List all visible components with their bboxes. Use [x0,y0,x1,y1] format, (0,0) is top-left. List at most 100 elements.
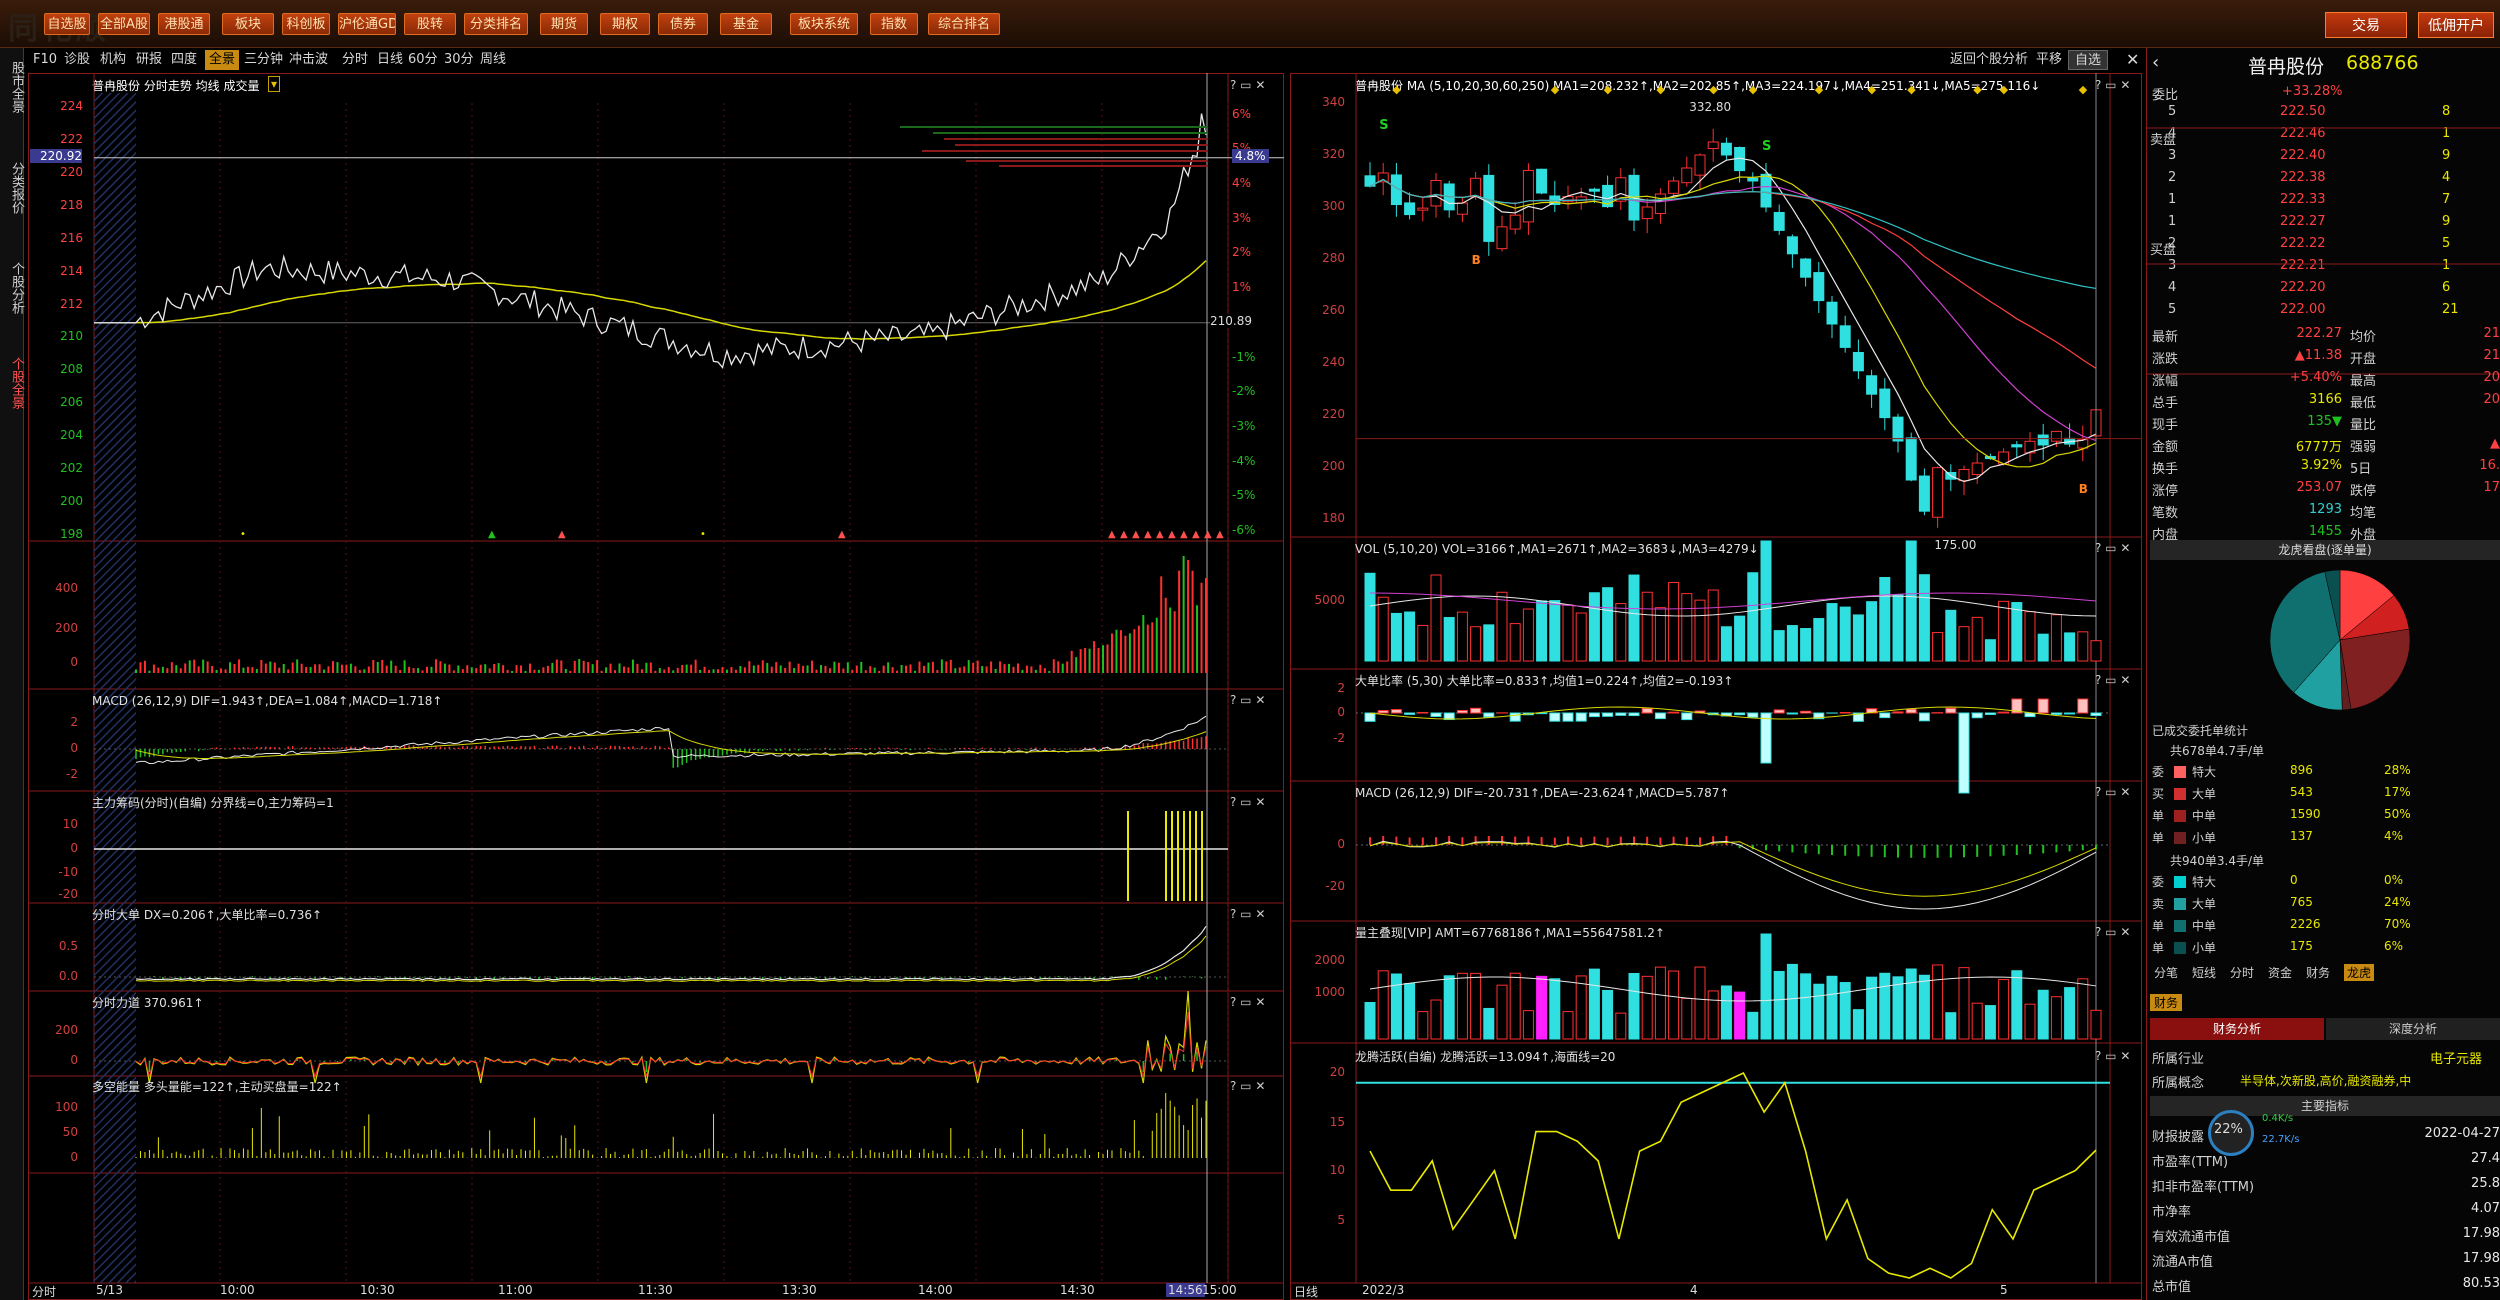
toolbar-item-3[interactable]: 研报 [136,50,162,70]
sell-price[interactable]: 222.50 [2280,104,2326,119]
panel-controls[interactable]: ? ▭ ✕ [2095,673,2130,687]
quote-tab-0[interactable]: 分笔 [2154,964,2178,981]
toolbar-item-6[interactable]: 三分钟 [244,50,283,70]
quote-tab-1[interactable]: 短线 [2192,964,2216,981]
menu-item-13[interactable]: 指数 [870,13,918,35]
menu-item-0[interactable]: 自选股 [44,13,90,35]
back-to-analysis-button[interactable]: 返回个股分析 [1950,50,2028,70]
stat-value: 20 [2483,370,2500,385]
menu-item-4[interactable]: 科创板 [282,13,330,35]
kline-subpanel-tick: 2 [1337,681,1345,695]
kline-period-selector[interactable]: 日线 [1294,1283,1318,1300]
sell-price[interactable]: 222.33 [2280,192,2326,207]
toolbar-item-4[interactable]: 四度 [171,50,197,70]
kline-subpanel-tick: 2000 [1314,953,1345,967]
order-size-label: 特大 [2192,765,2217,779]
sidenav-stock-overview[interactable]: 个股全景 [0,338,24,428]
back-arrow-icon[interactable]: ‹ [2152,52,2159,73]
menu-item-11[interactable]: 基金 [720,13,772,35]
volume-tick: 0 [70,655,78,669]
trade-button[interactable]: 交易 [2325,12,2407,38]
toolbar-item-1[interactable]: 诊股 [64,50,90,70]
kline-date-label: 5 [2000,1283,2008,1297]
sell-price[interactable]: 222.40 [2280,148,2326,163]
time-axis-label: 11:00 [498,1283,533,1297]
kline-subpanel-tick: -20 [1325,879,1345,893]
sidenav-stock-analysis[interactable]: 个股分析 [0,248,24,328]
quote-tab-5[interactable]: 龙虎 [2344,964,2375,981]
time-axis-label: 15:00 [1202,1283,1237,1297]
panel-controls[interactable]: ? ▭ ✕ [1230,1079,1265,1093]
quote-tab-2[interactable]: 分时 [2230,964,2254,981]
menu-item-1[interactable]: 全部A股 [98,13,150,35]
toolbar-item-12[interactable]: 周线 [480,50,506,70]
deep-analysis-tab[interactable]: 深度分析 [2326,1018,2500,1040]
kline-subpanel-title-macd_title: MACD (26,12,9) DIF=-20.731↑,DEA=-23.624↑… [1355,786,1730,800]
panel-controls[interactable]: ? ▭ ✕ [1230,78,1265,92]
dropdown-icon[interactable]: ▾ [268,76,281,92]
toolbar-item-10[interactable]: 60分 [408,50,438,70]
menu-item-12[interactable]: 板块系统 [790,13,858,35]
buy-level: 5 [2168,302,2177,317]
menu-item-6[interactable]: 股转 [404,13,456,35]
panel-controls[interactable]: ? ▭ ✕ [1230,795,1265,809]
subpanel-tick: 0.0 [58,969,78,983]
toolbar-item-8[interactable]: 分时 [342,50,368,70]
panel-controls[interactable]: ? ▭ ✕ [1230,907,1265,921]
menu-item-2[interactable]: 港股通 [158,13,210,35]
subpanel-tick: 0 [70,1053,78,1067]
time-axis-label: 13:30 [782,1283,817,1297]
toolbar-item-7[interactable]: 冲击波 [289,50,328,70]
sell-price[interactable]: 222.46 [2280,126,2326,141]
panel-controls[interactable]: ? ▭ ✕ [1230,995,1265,1009]
fin-label: 财报披露 [2152,1130,2205,1145]
sidenav-category-quote[interactable]: 分类报价 [0,148,24,228]
subpanel-tick: 0 [70,1150,78,1164]
toolbar-item-9[interactable]: 日线 [377,50,403,70]
svg-text:◆: ◆ [1709,83,1718,96]
menu-item-10[interactable]: 债券 [658,13,708,35]
panel-controls[interactable]: ? ▭ ✕ [2095,541,2130,555]
buy-price[interactable]: 222.27 [2280,214,2326,229]
pct-tick-right: -1% [1232,349,1256,364]
menu-item-3[interactable]: 板块 [222,13,274,35]
toolbar-item-5[interactable]: 全景 [205,50,240,70]
toolbar-item-0[interactable]: F10 [33,50,57,70]
panel-controls[interactable]: ? ▭ ✕ [2095,1049,2130,1063]
sidenav-market-overview[interactable]: 股市全景 [0,52,24,122]
buy-price[interactable]: 222.21 [2280,258,2326,273]
menu-item-7[interactable]: 分类排名 [464,13,528,35]
menu-item-5[interactable]: 沪伦通GDR [338,13,396,35]
quote-tab-3[interactable]: 资金 [2268,964,2292,981]
fin-label: 扣非市盈率(TTM) [2152,1180,2255,1195]
svg-text:◆: ◆ [1907,83,1916,96]
watchlist-select[interactable]: 自选 [2068,50,2109,70]
sell-price[interactable]: 222.38 [2280,170,2326,185]
quote-tab-4[interactable]: 财务 [2306,964,2330,981]
buy-price[interactable]: 222.00 [2280,302,2326,317]
kline-subpanel-tick: 5 [1337,1213,1345,1227]
panel-controls[interactable]: ? ▭ ✕ [2095,78,2130,92]
time-axis-label: 14:56 [1166,1283,1205,1297]
fin-analysis-tab[interactable]: 财务分析 [2150,1018,2324,1040]
panel-controls[interactable]: ? ▭ ✕ [2095,785,2130,799]
stat-value: 253.07 [2296,480,2343,495]
toolbar-item-11[interactable]: 30分 [444,50,474,70]
buy-price[interactable]: 222.20 [2280,280,2326,295]
kline-date-label: 4 [1690,1283,1698,1297]
close-panel-icon[interactable]: ✕ [2126,50,2139,70]
panel-controls[interactable]: ? ▭ ✕ [2095,925,2130,939]
toolbar-item-2[interactable]: 机构 [100,50,126,70]
open-account-button[interactable]: 低佣开户 [2418,12,2494,38]
menu-item-9[interactable]: 期权 [600,13,650,35]
intraday-chart-canvas[interactable]: ▲ ▲ ▲ ▲ ▲ ▲ ▲ ▲ ▲ ▲ • ▲ ▲ • ▲ [28,73,1284,1300]
finance-tab[interactable]: 财务 [2150,994,2183,1011]
flat-mode-button[interactable]: 平移 [2036,50,2062,70]
svg-text:◆: ◆ [2000,83,2009,96]
intraday-period-selector[interactable]: 分时 [32,1283,56,1300]
stock-name: 普冉股份 [2248,56,2325,78]
panel-controls[interactable]: ? ▭ ✕ [1230,693,1265,707]
menu-item-14[interactable]: 综合排名 [928,13,1000,35]
menu-item-8[interactable]: 期货 [540,13,588,35]
buy-price[interactable]: 222.22 [2280,236,2326,251]
